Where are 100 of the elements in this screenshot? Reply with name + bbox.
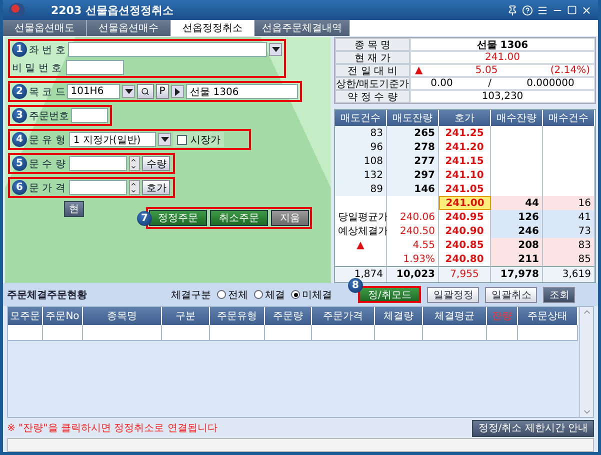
action-button[interactable]: 일괄취소	[485, 286, 538, 302]
column-header[interactable]: 구분	[162, 307, 210, 325]
radio-button[interactable]	[217, 290, 226, 299]
help-icon[interactable]	[522, 4, 533, 16]
hint-text: ※ "잔량"을 클릭하시면 정정취소로 연결됩니다	[7, 422, 218, 435]
scrollbar[interactable]	[579, 307, 593, 417]
info-label: 약 정 수 량	[335, 90, 410, 103]
table-cell: 246	[491, 224, 543, 238]
caret-down-icon	[160, 137, 169, 142]
column-header[interactable]: 주문유형	[210, 307, 265, 325]
close-icon[interactable]	[581, 4, 592, 16]
radio-label[interactable]: 미체결	[302, 288, 332, 302]
filter-label: 체결구분	[171, 288, 211, 302]
action-button[interactable]: 일괄정정	[427, 286, 480, 302]
field-label: 문 유 형	[29, 134, 66, 146]
table-cell[interactable]: 241.00	[439, 196, 491, 210]
maximize-icon[interactable]	[567, 5, 577, 15]
table-cell: 278	[387, 140, 439, 154]
expand-button[interactable]	[171, 85, 184, 98]
caret-right-icon	[175, 88, 180, 96]
table-cell: 146	[387, 182, 439, 196]
column-header[interactable]: 주문상태	[518, 307, 578, 325]
table-cell: 73	[543, 224, 595, 238]
table-cell	[375, 325, 423, 341]
step-badge: 6	[12, 180, 27, 195]
column-header[interactable]: 체결평균	[423, 307, 487, 325]
current-price-button[interactable]: 현	[64, 201, 84, 217]
column-header[interactable]: 체결량	[375, 307, 423, 325]
table-cell	[43, 325, 83, 341]
column-header[interactable]: 주문량	[265, 307, 312, 325]
radio-button[interactable]	[254, 290, 263, 299]
code-field[interactable]: 101H6	[66, 84, 120, 99]
info-value: 0.00	[430, 78, 453, 89]
table-cell: 89	[335, 182, 387, 196]
window-title: 2203 선물옵션정정취소	[51, 2, 174, 18]
table-cell: 265	[387, 126, 439, 140]
up-arrow: ▲	[415, 65, 423, 76]
table-cell	[162, 325, 210, 341]
total-cell: 17,978	[491, 266, 543, 282]
info-value: (2.14%)	[550, 65, 590, 76]
table-cell: 83	[335, 126, 387, 140]
order-button[interactable]: 지움	[271, 210, 309, 226]
caret-down-icon	[124, 89, 133, 94]
tab[interactable]: 선옵주문체결내역	[255, 20, 350, 36]
search-button[interactable]	[137, 84, 154, 99]
quantity-button[interactable]: 수량	[142, 156, 170, 171]
stat-value: 240.06	[387, 210, 439, 224]
table-cell: 108	[335, 154, 387, 168]
column-header[interactable]: 주문No	[43, 307, 83, 325]
info-label: 종 목 명	[335, 38, 410, 51]
total-cell: 10,023	[387, 266, 439, 282]
quote-button[interactable]: 호가	[142, 180, 170, 195]
dropdown-button[interactable]	[122, 85, 136, 98]
table-cell	[312, 325, 375, 341]
dropdown-button[interactable]	[269, 43, 282, 56]
order-button[interactable]: 정정주문	[149, 210, 207, 226]
field-label: 좌 번 호	[29, 44, 64, 56]
info-value: 0.000000	[526, 78, 574, 89]
table-cell: 297	[387, 168, 439, 182]
info-value: 선물 1306	[476, 38, 528, 52]
radio-label[interactable]: 체결	[265, 288, 285, 302]
table-cell: 126	[491, 210, 543, 224]
dropdown-button[interactable]	[158, 133, 172, 146]
table-cell: 96	[335, 140, 387, 154]
market-checkbox[interactable]: 시장가	[173, 132, 224, 147]
radio-button[interactable]	[291, 290, 300, 299]
total-cell: 7,955	[439, 266, 491, 282]
column-header: 매수건수	[543, 110, 595, 126]
tab[interactable]: 선물옵션매수	[87, 20, 171, 36]
order-number-field[interactable]	[71, 108, 108, 123]
pin-icon[interactable]	[507, 4, 518, 16]
info-value: 241.00	[485, 52, 520, 63]
password-field[interactable]	[66, 60, 124, 75]
mode-button[interactable]: 정/취모드	[358, 286, 422, 303]
action-button[interactable]: 조회	[543, 286, 576, 302]
table-cell: 208	[491, 238, 543, 252]
step-badge: 2	[12, 84, 27, 99]
app-logo-icon	[9, 3, 25, 17]
p-button[interactable]: P	[156, 84, 170, 99]
column-header[interactable]: 종목명	[83, 307, 162, 325]
table-cell: 16	[543, 196, 595, 210]
account-field[interactable]	[68, 42, 267, 57]
column-header: 매수잔량	[491, 110, 543, 126]
info-label: 전 일 대 비	[335, 64, 410, 77]
step-badge: 1	[12, 42, 27, 57]
info-label: 상한/매도기준가	[335, 77, 410, 90]
column-header[interactable]: 주문가격	[312, 307, 375, 325]
quantity-field[interactable]	[69, 156, 128, 171]
menu-icon[interactable]	[537, 4, 548, 16]
tab[interactable]: 선물옵션매도	[3, 20, 87, 36]
price-field[interactable]	[69, 180, 128, 195]
table-cell: 44	[491, 196, 543, 210]
order-button[interactable]: 취소주문	[210, 210, 268, 226]
order-type-select[interactable]: 1 지정가(일반)	[69, 132, 156, 147]
table-cell	[487, 325, 518, 341]
table-cell	[265, 325, 312, 341]
time-limit-button[interactable]: 정정/취소 제한시간 안내	[472, 420, 594, 436]
radio-label[interactable]: 전체	[228, 288, 248, 302]
column-header[interactable]: 모주문	[8, 307, 43, 325]
table-cell: 41	[543, 210, 595, 224]
